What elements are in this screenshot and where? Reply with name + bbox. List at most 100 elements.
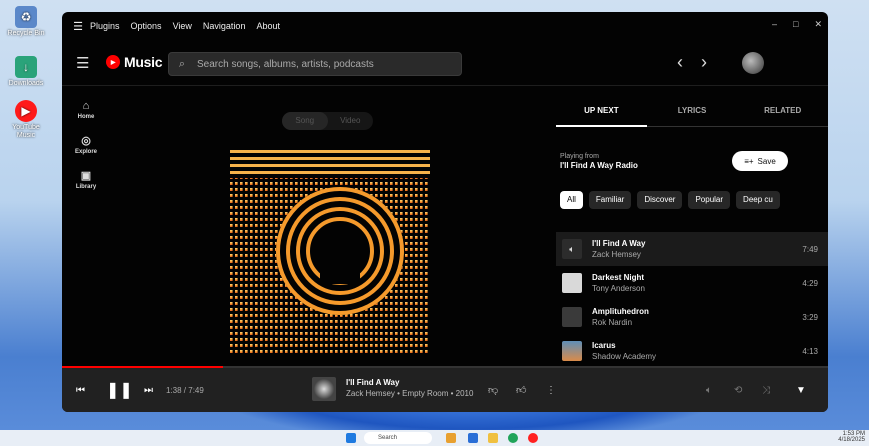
list-item[interactable]: Icarus Shadow Academy 4:13 [556, 334, 828, 368]
menu-navigation[interactable]: Navigation [203, 21, 246, 31]
chip-deep-cuts[interactable]: Deep cu [736, 191, 780, 209]
list-item[interactable]: 🔈︎ I'll Find A Way Zack Hemsey 7:49 [556, 232, 828, 266]
thumbs-up-icon[interactable]: 👍︎ [516, 384, 526, 396]
chip-familiar[interactable]: Familiar [588, 191, 632, 209]
list-item[interactable]: Darkest Night Tony Anderson 4:29 [556, 266, 828, 300]
tab-related[interactable]: RELATED [737, 106, 828, 127]
now-playing-subtitle[interactable]: Zack Hemsey • Empty Room • 2010 [346, 388, 473, 399]
sidebar-item-label: Library [75, 184, 97, 190]
recycle-bin-icon[interactable]: ♻ Recycle Bin [4, 6, 48, 38]
track-artist: Shadow Academy [592, 352, 657, 361]
maximize-button[interactable]: □ [793, 19, 798, 30]
back-arrow-icon[interactable]: ‹ [677, 52, 683, 73]
playing-from-label: Playing from [560, 153, 599, 160]
menu-options[interactable]: Options [131, 21, 162, 31]
history-nav: ‹ › [677, 52, 707, 73]
youtube-music-taskbar-icon[interactable] [528, 433, 538, 443]
close-button[interactable]: ✕ [814, 19, 822, 30]
album-art [230, 146, 430, 358]
download-arrow-icon: ↓ [15, 56, 37, 78]
track-info: Darkest Night Tony Anderson [592, 272, 802, 294]
search-box[interactable]: ⌕ [168, 52, 462, 76]
save-button[interactable]: ≡+ Save [732, 151, 788, 171]
menu-view[interactable]: View [173, 21, 192, 31]
track-thumbnail [562, 273, 582, 293]
menu-plugins[interactable]: Plugins [90, 21, 120, 31]
chip-all[interactable]: All [560, 191, 583, 209]
filter-chips: All Familiar Discover Popular Deep cu [560, 191, 780, 209]
tab-up-next[interactable]: UP NEXT [556, 106, 647, 127]
shuffle-icon[interactable]: ⤨ [762, 385, 770, 396]
save-label: Save [757, 156, 776, 166]
volume-icon[interactable]: 🔈︎ [706, 385, 712, 396]
forward-arrow-icon[interactable]: › [701, 52, 707, 73]
sidebar: ⌂ Home ◎ Explore ▣ Library [62, 86, 110, 190]
logo-text: Music [124, 54, 163, 70]
thumbs-down-icon[interactable]: 👎︎ [488, 384, 498, 396]
search-icon: ⌕ [178, 57, 186, 70]
next-icon[interactable]: ⏭︎ [144, 385, 153, 396]
widgets-icon[interactable] [446, 433, 456, 443]
sidebar-item-home[interactable]: ⌂ Home [62, 100, 110, 120]
tab-lyrics[interactable]: LYRICS [646, 106, 738, 127]
recycle-bin-glyph: ♻ [15, 6, 37, 28]
youtube-music-desktop-icon[interactable]: ▶ YouTube Music [4, 100, 48, 140]
track-info: Amplituhedron Rok Nardin [592, 306, 802, 328]
sidebar-item-library[interactable]: ▣ Library [62, 169, 110, 190]
clock-date: 4/18/2025 [838, 437, 865, 443]
avatar[interactable] [742, 52, 764, 74]
track-info: I'll Find A Way Zack Hemsey [592, 238, 802, 260]
minimize-button[interactable]: – [772, 19, 777, 30]
menu-about[interactable]: About [256, 21, 280, 31]
nav-menu-icon[interactable]: ☰ [76, 54, 89, 72]
track-artist: Rok Nardin [592, 318, 633, 327]
track-duration: 7:49 [802, 244, 818, 254]
file-explorer-icon[interactable] [488, 433, 498, 443]
now-playing-thumbnail [312, 377, 336, 401]
list-item[interactable]: Amplituhedron Rok Nardin 3:29 [556, 300, 828, 334]
speaker-icon: 🔈︎ [562, 239, 582, 259]
chip-discover[interactable]: Discover [637, 191, 683, 209]
youtube-music-logo[interactable]: ▶ Music [106, 54, 162, 70]
panel-tabs: UP NEXT LYRICS RELATED [556, 106, 828, 127]
track-duration: 4:13 [802, 346, 818, 356]
previous-icon[interactable]: ⏮︎ [76, 385, 85, 396]
chip-popular[interactable]: Popular [688, 191, 731, 209]
repeat-icon[interactable]: ⟲ [734, 385, 742, 396]
toggle-video[interactable]: Video [328, 112, 374, 130]
system-tray[interactable]: 1:53 PM 4/18/2025 [838, 431, 865, 443]
youtube-music-label: YouTube Music [12, 124, 40, 139]
library-icon: ▣ [80, 170, 92, 182]
pause-icon[interactable]: ❚❚ [106, 380, 133, 400]
downloads-label: Downloads [8, 80, 44, 87]
browser-icon[interactable] [508, 433, 518, 443]
downloads-folder-icon[interactable]: ↓ Downloads [4, 56, 48, 88]
playing-from-value: I'll Find A Way Radio [560, 161, 638, 170]
track-artist: Tony Anderson [592, 284, 645, 293]
windows-start-icon[interactable] [346, 433, 356, 443]
app-window: ☰ Plugins Options View Navigation About … [62, 12, 828, 412]
window-controls: – □ ✕ [772, 19, 822, 30]
now-playing-area: Song Video [110, 86, 556, 366]
play-circle-icon: ▶ [15, 100, 37, 122]
sidebar-item-explore[interactable]: ◎ Explore [62, 134, 110, 155]
menu-hamburger-icon[interactable]: ☰ [66, 20, 90, 33]
player-bar: ⏮︎ ❚❚ ⏭︎ 1:38 / 7:49 I'll Find A Way Zac… [62, 368, 828, 412]
logo-play-icon: ▶ [106, 55, 120, 69]
more-options-icon[interactable]: ⋮ [546, 385, 556, 396]
task-view-icon[interactable] [468, 433, 478, 443]
song-video-toggle[interactable]: Song Video [282, 112, 373, 130]
expand-player-icon[interactable]: ▼ [796, 385, 806, 396]
taskbar-search[interactable]: Search [364, 432, 432, 444]
queue-list: 🔈︎ I'll Find A Way Zack Hemsey 7:49 Dark… [556, 232, 828, 368]
track-title: Amplituhedron [592, 307, 649, 316]
playlist-add-icon: ≡+ [744, 156, 754, 166]
now-playing-info: I'll Find A Way Zack Hemsey • Empty Room… [346, 377, 473, 399]
playing-from: Playing from I'll Find A Way Radio [560, 152, 638, 170]
track-thumbnail [562, 341, 582, 361]
search-input[interactable] [195, 57, 461, 71]
toggle-song[interactable]: Song [282, 112, 328, 130]
sidebar-item-label: Home [77, 114, 95, 120]
track-artist: Zack Hemsey [592, 250, 641, 259]
taskbar: Search 1:53 PM 4/18/2025 [0, 430, 869, 446]
